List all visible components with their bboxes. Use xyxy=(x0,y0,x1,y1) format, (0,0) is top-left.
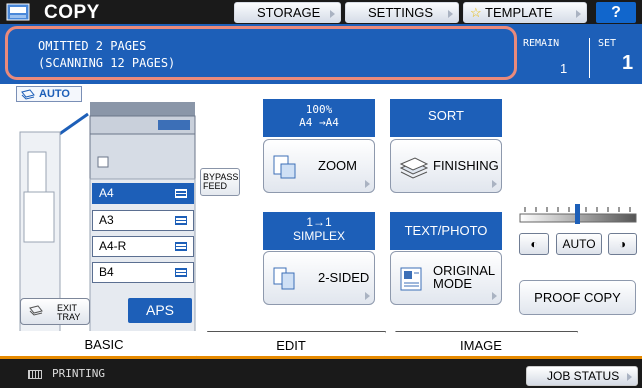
job-status-label: JOB STATUS xyxy=(547,369,620,383)
star-icon: ☆ xyxy=(470,5,482,20)
tab-label: BASIC xyxy=(84,337,124,352)
sided-info: 1→1 SIMPLEX xyxy=(263,212,375,250)
message-highlight xyxy=(5,26,517,80)
exit-tray-button[interactable]: EXIT TRAY xyxy=(20,298,90,325)
tray-icon xyxy=(175,189,187,198)
divider xyxy=(589,38,590,78)
set-label: SET xyxy=(598,38,617,49)
auto-density-button[interactable]: AUTO xyxy=(556,233,602,255)
tray-icon xyxy=(175,242,187,251)
tray-label: B4 xyxy=(99,265,114,279)
set-value: 1 xyxy=(622,52,634,74)
proof-copy-label: PROOF COPY xyxy=(534,290,621,305)
arrow-icon xyxy=(365,292,370,300)
arrow-icon xyxy=(330,10,335,18)
copy-app-icon xyxy=(6,3,30,21)
zoom-ratio: 100% xyxy=(305,103,333,116)
exit-line-2: TRAY xyxy=(57,312,81,322)
arrow-icon xyxy=(448,10,453,18)
tab-edit[interactable]: EDIT xyxy=(196,331,386,358)
message-line-2: (SCANNING 12 PAGES) xyxy=(38,56,176,70)
tray-b4[interactable]: B4 xyxy=(92,262,194,283)
tab-basic[interactable]: BASIC xyxy=(4,331,204,358)
printing-icon xyxy=(28,370,42,379)
original-mode-label: ORIGINAL MODE xyxy=(433,264,495,290)
app-title: COPY xyxy=(44,2,100,23)
lighter-icon: ◐ xyxy=(530,237,538,251)
arrow-icon xyxy=(365,180,370,188)
message-line-1: OMITTED 2 PAGES xyxy=(38,39,147,53)
two-sided-icon xyxy=(273,267,295,290)
zoom-icon xyxy=(273,155,296,179)
two-sided-label: 2-SIDED xyxy=(318,270,370,285)
tray-icon xyxy=(175,268,187,277)
tray-a3[interactable]: A3 xyxy=(92,210,194,231)
tray-a4r[interactable]: A4-R xyxy=(92,236,194,257)
arrow-icon xyxy=(492,292,497,300)
sided-mode: 1→1 xyxy=(306,215,332,229)
tray-label: A4 xyxy=(99,186,114,200)
zoom-button[interactable]: ZOOM xyxy=(263,139,375,193)
tray-icon xyxy=(175,216,187,225)
original-mode-icon xyxy=(400,267,422,291)
template-button[interactable]: ☆ TEMPLATE xyxy=(463,2,587,23)
help-label: ? xyxy=(611,4,621,21)
aps-button[interactable]: APS xyxy=(128,298,192,323)
exit-tray-icon xyxy=(29,305,43,316)
bypass-feed-button[interactable]: BYPASS FEED xyxy=(200,168,240,196)
tray-a4[interactable]: A4 xyxy=(92,183,194,204)
density-marker xyxy=(575,204,580,224)
tab-label: IMAGE xyxy=(460,338,502,353)
original-mode-info: TEXT/PHOTO xyxy=(390,212,502,250)
arrow-icon xyxy=(576,10,581,18)
finishing-mode: SORT xyxy=(428,108,464,123)
zoom-sizes: A4 →A4 xyxy=(299,116,339,129)
density-scale xyxy=(519,204,637,224)
original-mode-value: TEXT/PHOTO xyxy=(404,223,488,238)
tab-image[interactable]: IMAGE xyxy=(384,331,578,358)
storage-label: STORAGE xyxy=(257,5,321,20)
aps-label: APS xyxy=(145,302,174,318)
two-sided-button[interactable]: 2-SIDED xyxy=(263,251,375,305)
zoom-label: ZOOM xyxy=(318,158,357,173)
tray-label: A4-R xyxy=(99,239,127,253)
settings-label: SETTINGS xyxy=(368,5,434,20)
zoom-info: 100% A4 →A4 xyxy=(263,99,375,137)
arrow-icon xyxy=(492,180,497,188)
storage-button[interactable]: STORAGE xyxy=(234,2,341,23)
tab-label: EDIT xyxy=(276,338,306,353)
darker-button[interactable]: ◑ xyxy=(608,233,637,255)
original-mode-line-2: MODE xyxy=(433,276,472,291)
bypass-line-2: FEED xyxy=(203,181,228,191)
remain-label: REMAIN xyxy=(523,38,560,49)
remain-value: 1 xyxy=(560,61,568,76)
auto-density-label: AUTO xyxy=(562,237,596,251)
sided-label-info: SIMPLEX xyxy=(292,229,346,243)
tab-underline xyxy=(0,356,642,359)
status-text: PRINTING xyxy=(52,367,105,380)
finishing-info: SORT xyxy=(390,99,502,137)
finishing-icon xyxy=(399,157,429,179)
finishing-button[interactable]: FINISHING xyxy=(390,139,502,193)
copy-screen: COPY STORAGE SETTINGS ☆ TEMPLATE ? OMITT… xyxy=(0,0,642,388)
lighter-button[interactable]: ◐ xyxy=(519,233,549,255)
template-label: TEMPLATE xyxy=(485,5,553,20)
job-status-button[interactable]: JOB STATUS xyxy=(526,366,638,386)
settings-button[interactable]: SETTINGS xyxy=(345,2,459,23)
darker-icon: ◑ xyxy=(618,237,627,251)
original-mode-button[interactable]: ORIGINAL MODE xyxy=(390,251,502,305)
finishing-label: FINISHING xyxy=(433,158,499,173)
arrow-icon xyxy=(627,373,632,381)
proof-copy-button[interactable]: PROOF COPY xyxy=(519,280,636,315)
tray-label: A3 xyxy=(99,213,114,227)
help-button[interactable]: ? xyxy=(596,2,636,23)
